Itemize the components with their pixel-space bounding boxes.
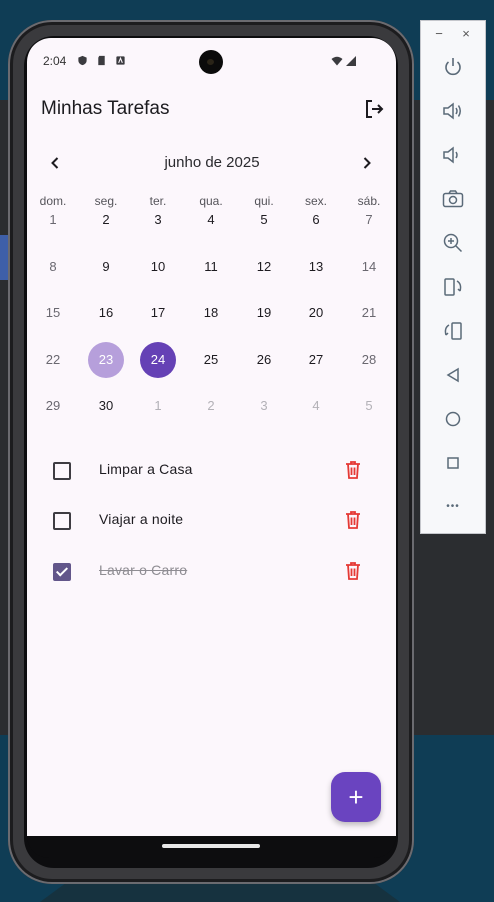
trash-icon[interactable] (343, 509, 363, 531)
volume-down-icon[interactable] (440, 142, 466, 168)
calendar-day[interactable]: 12 (246, 249, 282, 285)
task-item: Limpar a Casa (27, 451, 396, 491)
calendar-day[interactable]: 21 (351, 295, 387, 331)
zoom-in-icon[interactable] (440, 230, 466, 256)
overview-icon[interactable] (440, 450, 466, 476)
calendar-day[interactable]: 1 (140, 388, 176, 424)
rotate-right-icon[interactable] (440, 318, 466, 344)
trash-icon[interactable] (343, 560, 363, 582)
calendar-day[interactable]: 3 (140, 202, 176, 238)
home-icon[interactable] (440, 406, 466, 432)
calendar-day[interactable]: 11 (193, 249, 229, 285)
back-icon[interactable] (440, 362, 466, 388)
calendar-day[interactable]: 4 (298, 388, 334, 424)
calendar-day[interactable]: 22 (35, 342, 71, 378)
rotate-left-icon[interactable] (440, 274, 466, 300)
chevron-right-icon[interactable] (357, 153, 377, 173)
calendar-day[interactable]: 10 (140, 249, 176, 285)
calendar-day[interactable]: 23 (88, 342, 124, 378)
calendar-month-label: junho de 2025 (164, 154, 260, 171)
calendar-day[interactable]: 4 (193, 202, 229, 238)
calendar-day[interactable]: 8 (35, 249, 71, 285)
logout-icon[interactable] (363, 98, 385, 120)
front-camera (199, 50, 223, 74)
trash-icon[interactable] (343, 459, 363, 481)
plus-icon: + (348, 782, 364, 812)
calendar-day[interactable]: 24 (140, 342, 176, 378)
app-badge-icon (116, 56, 125, 65)
app-screen: 2:04 Minhas Tarefas junho de 2025 dom. se… (27, 38, 396, 836)
calendar-day[interactable]: 30 (88, 388, 124, 424)
calendar-day[interactable]: 9 (88, 249, 124, 285)
sd-card-icon (98, 55, 105, 66)
home-gesture-pill[interactable] (162, 844, 260, 848)
task-item: Viajar a noite (27, 501, 396, 541)
calendar-day[interactable]: 1 (35, 202, 71, 238)
cell-signal-icon (346, 56, 356, 66)
minimize-button[interactable]: − (432, 27, 446, 41)
chevron-left-icon[interactable] (45, 153, 65, 173)
calendar-day[interactable]: 5 (351, 388, 387, 424)
calendar-day[interactable]: 6 (298, 202, 334, 238)
task-item: Lavar o Carro (27, 552, 396, 592)
calendar-day[interactable]: 7 (351, 202, 387, 238)
calendar-day[interactable]: 2 (88, 202, 124, 238)
task-label: Limpar a Casa (99, 461, 193, 477)
task-label: Lavar o Carro (99, 562, 188, 578)
power-icon[interactable] (440, 54, 466, 80)
calendar-day[interactable]: 17 (140, 295, 176, 331)
calendar-day[interactable]: 28 (351, 342, 387, 378)
volume-up-icon[interactable] (440, 98, 466, 124)
calendar-day[interactable]: 18 (193, 295, 229, 331)
shield-icon (78, 55, 87, 66)
calendar-day[interactable]: 27 (298, 342, 334, 378)
android-nav-bar (27, 836, 396, 858)
calendar-day[interactable]: 13 (298, 249, 334, 285)
add-task-button[interactable]: + (331, 772, 381, 822)
calendar-day[interactable]: 16 (88, 295, 124, 331)
calendar-day[interactable]: 15 (35, 295, 71, 331)
calendar-day[interactable]: 5 (246, 202, 282, 238)
task-checkbox[interactable] (53, 563, 71, 581)
calendar-day[interactable]: 14 (351, 249, 387, 285)
calendar-day[interactable]: 20 (298, 295, 334, 331)
calendar-day[interactable]: 29 (35, 388, 71, 424)
close-button[interactable]: × (459, 27, 473, 41)
calendar-day[interactable]: 2 (193, 388, 229, 424)
calendar-day[interactable]: 3 (246, 388, 282, 424)
camera-icon[interactable] (440, 186, 466, 212)
task-checkbox[interactable] (53, 512, 71, 530)
task-label: Viajar a noite (99, 511, 184, 527)
task-checkbox[interactable] (53, 462, 71, 480)
status-time: 2:04 (43, 54, 67, 68)
calendar-day[interactable]: 19 (246, 295, 282, 331)
calendar-day[interactable]: 25 (193, 342, 229, 378)
more-options-icon[interactable]: ••• (440, 494, 466, 520)
emulator-toolbar: − × ••• (420, 20, 486, 534)
wifi-icon (331, 56, 343, 66)
page-title: Minhas Tarefas (41, 98, 170, 119)
calendar-day[interactable]: 26 (246, 342, 282, 378)
